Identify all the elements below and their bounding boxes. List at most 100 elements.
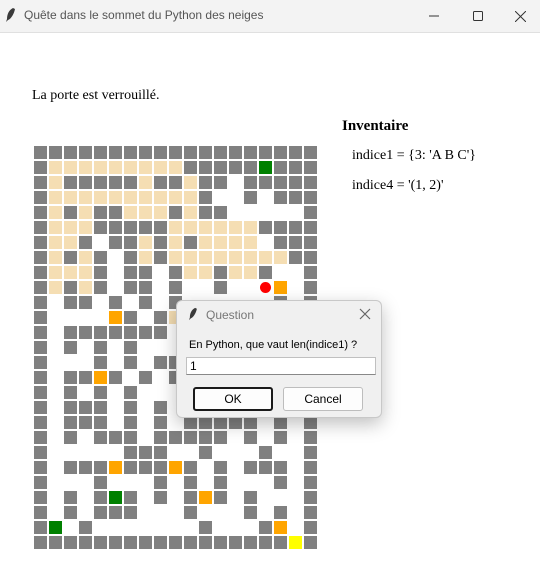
minimize-button[interactable] bbox=[412, 0, 456, 32]
maze-wall bbox=[154, 146, 167, 159]
maze-wall bbox=[244, 176, 257, 189]
maze-wall bbox=[289, 251, 302, 264]
maze-wall bbox=[34, 146, 47, 159]
maze-wall bbox=[244, 161, 257, 174]
maze-wall bbox=[34, 356, 47, 369]
maze-wall bbox=[169, 281, 182, 294]
maze-wall bbox=[79, 176, 92, 189]
maze-wall bbox=[304, 431, 317, 444]
maze-wall bbox=[259, 176, 272, 189]
maze-visited bbox=[199, 236, 212, 249]
inventory-item: indice4 = '(1, 2)' bbox=[352, 178, 444, 193]
maze-wall bbox=[34, 281, 47, 294]
maze-wall bbox=[124, 491, 137, 504]
cancel-button[interactable]: Cancel bbox=[283, 387, 363, 411]
maze-wall bbox=[214, 476, 227, 489]
maze-wall bbox=[244, 431, 257, 444]
maze-wall bbox=[124, 506, 137, 519]
maze-wall bbox=[139, 146, 152, 159]
maze-visited bbox=[49, 281, 62, 294]
close-icon bbox=[514, 10, 526, 22]
maze-visited bbox=[184, 221, 197, 234]
maze-wall bbox=[109, 206, 122, 219]
window-title: Quête dans le sommet du Python des neige… bbox=[24, 8, 264, 22]
maze-key bbox=[169, 461, 182, 474]
maze-exit bbox=[289, 536, 302, 549]
minimize-icon bbox=[429, 15, 439, 17]
maze-wall bbox=[34, 341, 47, 354]
maze-visited bbox=[124, 191, 137, 204]
maze-wall bbox=[34, 386, 47, 399]
maze-wall bbox=[214, 281, 227, 294]
maze-wall bbox=[274, 161, 287, 174]
maze-wall bbox=[94, 266, 107, 279]
maze-wall bbox=[184, 161, 197, 174]
maze-wall bbox=[184, 506, 197, 519]
maze-wall bbox=[139, 446, 152, 459]
answer-input[interactable] bbox=[186, 357, 376, 375]
maze-wall bbox=[124, 401, 137, 414]
maze-visited bbox=[154, 191, 167, 204]
maze-wall bbox=[274, 221, 287, 234]
maze-visited bbox=[184, 206, 197, 219]
maze-wall bbox=[34, 206, 47, 219]
maze-wall bbox=[34, 491, 47, 504]
maze-wall bbox=[109, 431, 122, 444]
maze-wall bbox=[274, 191, 287, 204]
maze-wall bbox=[124, 311, 137, 324]
maze-wall bbox=[79, 536, 92, 549]
maze-wall bbox=[94, 176, 107, 189]
maze-visited bbox=[49, 191, 62, 204]
maze-wall bbox=[94, 341, 107, 354]
maze-wall bbox=[199, 536, 212, 549]
maze-visited bbox=[139, 191, 152, 204]
maze-wall bbox=[304, 266, 317, 279]
maze-wall bbox=[79, 401, 92, 414]
maze-wall bbox=[49, 146, 62, 159]
maze-wall bbox=[79, 371, 92, 384]
maze-wall bbox=[214, 161, 227, 174]
maze-wall bbox=[34, 311, 47, 324]
ok-button[interactable]: OK bbox=[193, 387, 273, 411]
maze-visited bbox=[244, 221, 257, 234]
dialog-close-icon[interactable] bbox=[357, 306, 373, 322]
maze-wall bbox=[199, 161, 212, 174]
maze-visited bbox=[259, 251, 272, 264]
maze-wall bbox=[199, 206, 212, 219]
maze-wall bbox=[274, 506, 287, 519]
maze-visited bbox=[109, 161, 122, 174]
maze-wall bbox=[244, 461, 257, 474]
maze-visited bbox=[79, 251, 92, 264]
python-feather-icon bbox=[189, 307, 197, 321]
maze-wall bbox=[94, 356, 107, 369]
maze-wall bbox=[124, 356, 137, 369]
maze-wall bbox=[34, 296, 47, 309]
maze-wall bbox=[109, 506, 122, 519]
maze-wall bbox=[304, 536, 317, 549]
maze-wall bbox=[199, 191, 212, 204]
maze-wall bbox=[274, 476, 287, 489]
maze-wall bbox=[184, 146, 197, 159]
maze-wall bbox=[154, 461, 167, 474]
maze-wall bbox=[34, 326, 47, 339]
maze-key bbox=[274, 281, 287, 294]
maze-visited bbox=[124, 161, 137, 174]
maze-key bbox=[274, 521, 287, 534]
maze-wall bbox=[124, 251, 137, 264]
maze-wall bbox=[64, 341, 77, 354]
maze-wall bbox=[79, 326, 92, 339]
maze-wall bbox=[139, 461, 152, 474]
maze-wall bbox=[64, 461, 77, 474]
maze-wall bbox=[64, 206, 77, 219]
maze-wall bbox=[169, 206, 182, 219]
maze-wall bbox=[49, 536, 62, 549]
maze-visited bbox=[199, 251, 212, 264]
maximize-button[interactable] bbox=[456, 0, 500, 32]
maze-visited bbox=[139, 236, 152, 249]
maze-wall bbox=[154, 176, 167, 189]
maze-wall bbox=[304, 491, 317, 504]
maze-wall bbox=[79, 461, 92, 474]
maze-visited bbox=[79, 161, 92, 174]
maze-wall bbox=[154, 311, 167, 324]
close-button[interactable] bbox=[500, 0, 540, 32]
